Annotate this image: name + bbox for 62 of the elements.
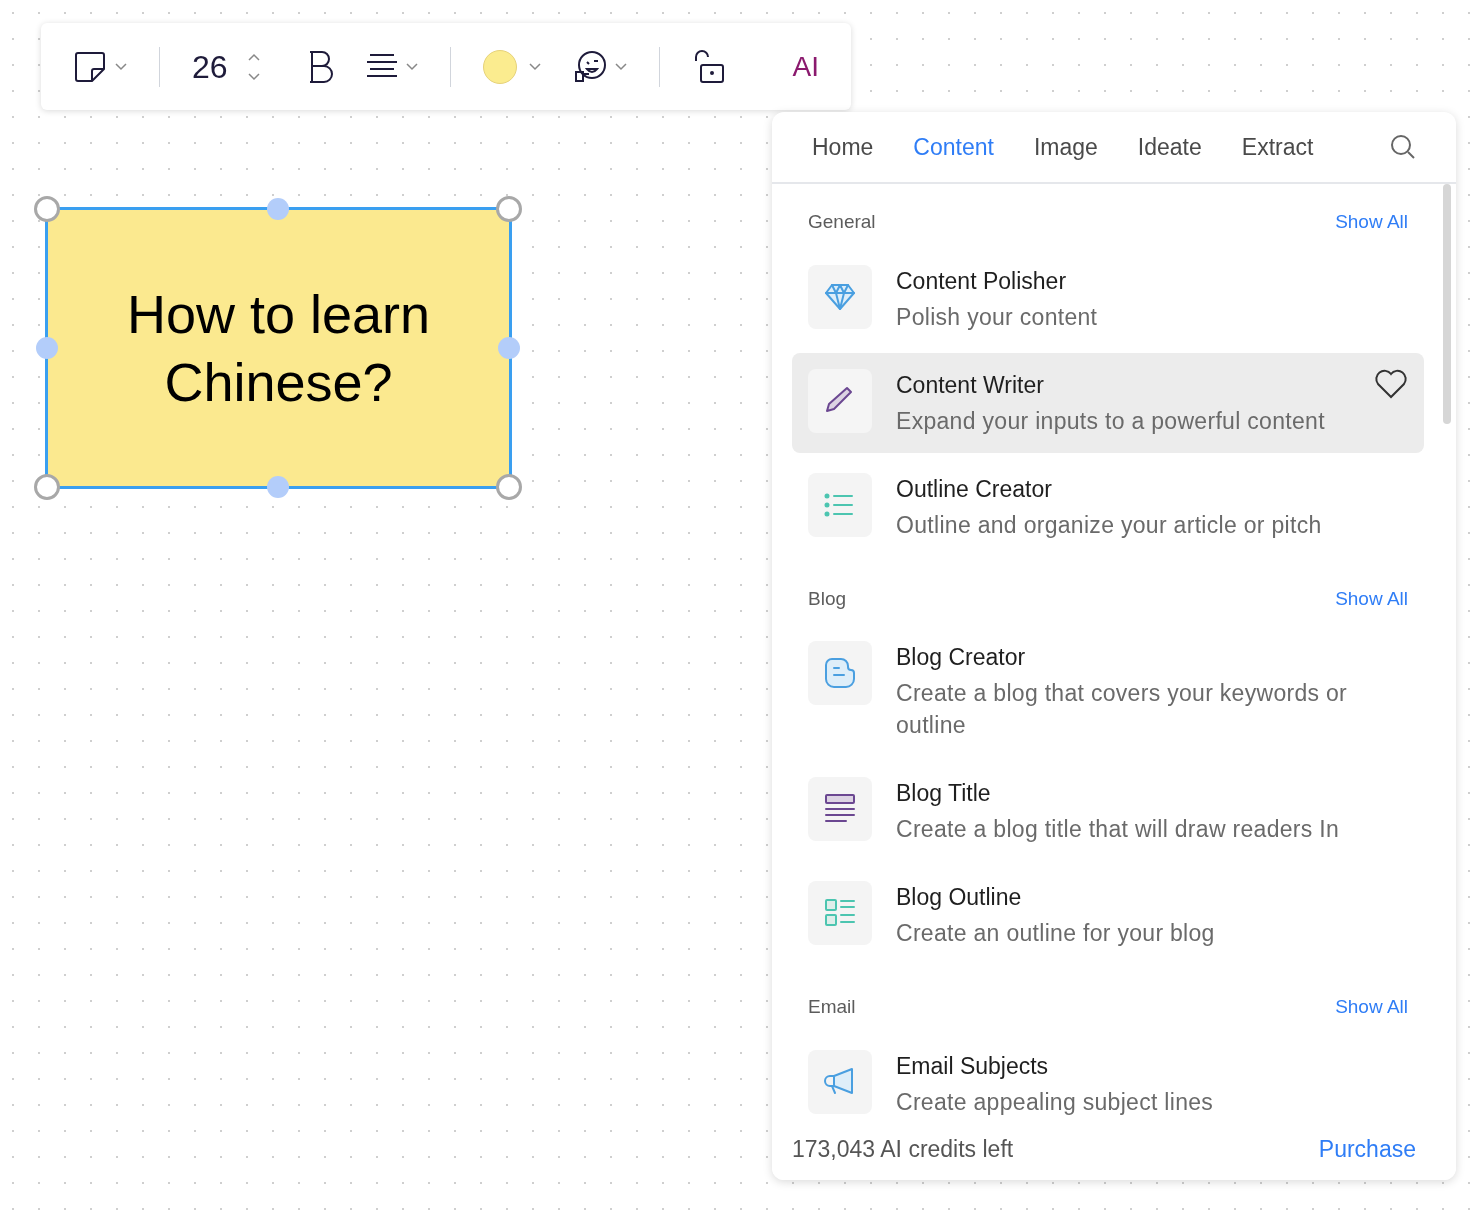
tool-item[interactable]: Content Writer Expand your inputs to a powerful content [792, 352, 1424, 453]
sticky-note-button[interactable] [73, 49, 127, 84]
edge-handle[interactable] [267, 198, 289, 220]
note-text: How to learn Chinese? [125, 283, 432, 414]
tool-description: Create an outline for your blog [896, 919, 1216, 948]
tool-title: Blog Creator [896, 643, 1027, 672]
chevron-down-icon [528, 62, 541, 71]
tool-description: Expand your inputs to a powerful content [896, 406, 1326, 436]
tool-item[interactable]: Outline Creator Outline and organize your article or pitch [792, 456, 1424, 557]
edge-handle[interactable] [36, 337, 58, 359]
resize-handle[interactable] [34, 196, 60, 222]
section-title: Blog [808, 586, 847, 611]
bold-icon[interactable] [307, 49, 334, 84]
tool-title: Content Polisher [896, 266, 1068, 296]
emoji-button[interactable] [572, 49, 627, 84]
section-title: Email [808, 995, 856, 1019]
tool-description: Create appealing subject lines [896, 1087, 1215, 1117]
show-all-link[interactable]: Show All [1335, 993, 1408, 1022]
panel-tab[interactable]: Extract [1241, 129, 1314, 165]
tool-description: Outline and organize your article or pitch [896, 510, 1323, 540]
purchase-link[interactable]: Purchase [1318, 1131, 1416, 1167]
resize-handle[interactable] [496, 196, 522, 222]
sticky-note[interactable]: How to learn Chinese? [45, 207, 512, 489]
color-swatch [482, 49, 517, 84]
tool-description: Create a blog that covers your keywords or outline [896, 679, 1349, 740]
search-icon[interactable] [1390, 134, 1416, 160]
tool-title: Email Subjects [896, 1051, 1050, 1081]
chevron-down-icon [115, 62, 127, 71]
panel-tab[interactable]: Image [1033, 129, 1098, 165]
tool-item[interactable]: Blog Outline Create an outline for your blog [792, 865, 1424, 965]
chevron-up-icon[interactable] [247, 52, 260, 61]
tool-description: Create a blog title that will draw readers In [896, 815, 1341, 844]
edge-handle[interactable] [267, 476, 289, 498]
tool-title: Outline Creator [896, 474, 1053, 504]
resize-handle[interactable] [496, 474, 522, 500]
panel-tab[interactable]: Content [913, 129, 994, 165]
ai-button[interactable]: AI [792, 45, 819, 88]
tool-description: Polish your content [896, 302, 1099, 332]
font-size-value[interactable]: 26 [192, 42, 228, 91]
panel-tab[interactable]: Ideate [1137, 129, 1202, 165]
tool-item[interactable]: Content Polisher Polish your content [792, 248, 1424, 349]
show-all-link[interactable]: Show All [1335, 584, 1408, 613]
tool-item[interactable]: Email Subjects Create appealing subject lines [792, 1033, 1424, 1118]
credits-text: 173,043 AI credits left [792, 1134, 1014, 1164]
tool-title: Blog Outline [896, 883, 1023, 912]
heart-icon[interactable] [1374, 368, 1408, 399]
chevron-down-icon [614, 62, 627, 71]
show-all-link[interactable]: Show All [1335, 208, 1408, 237]
tool-item[interactable]: Blog Title Create a blog title that will draw readers In [792, 761, 1424, 861]
resize-handle[interactable] [34, 474, 60, 500]
edge-handle[interactable] [498, 337, 520, 359]
tool-title: Content Writer [896, 370, 1045, 400]
color-button[interactable] [482, 49, 541, 84]
tool-title: Blog Title [896, 779, 992, 808]
tool-item[interactable]: Blog Creator Create a blog that covers your keywords or outline [792, 625, 1424, 757]
emoji-icon [572, 49, 607, 84]
scrollbar-thumb[interactable] [1443, 184, 1451, 424]
chevron-down-icon [405, 62, 418, 71]
panel-tab[interactable]: Home [812, 129, 874, 165]
sticky-note-icon [73, 49, 107, 84]
chevron-down-icon [247, 72, 260, 81]
section-title: General [808, 210, 876, 234]
